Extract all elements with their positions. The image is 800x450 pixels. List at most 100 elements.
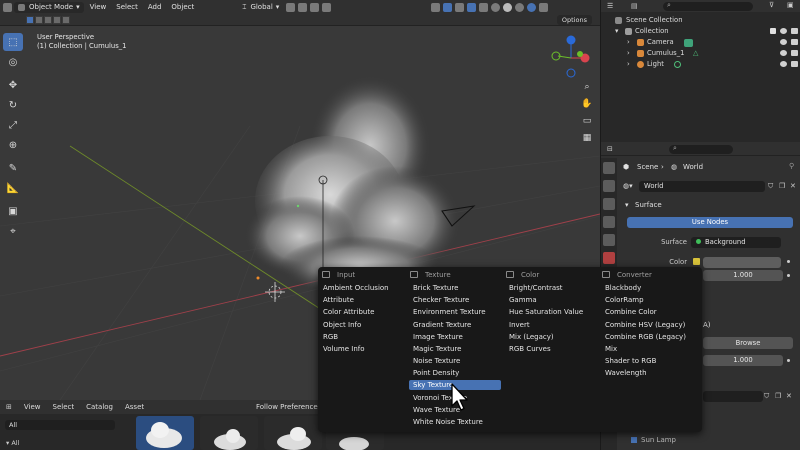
surface-section-header[interactable]: Surface (635, 201, 662, 209)
menu-item-mix[interactable]: Mix (605, 344, 617, 354)
menu-item-checker-texture[interactable]: Checker Texture (413, 295, 469, 305)
outliner-search-input[interactable] (663, 2, 753, 11)
eye-icon[interactable] (780, 28, 787, 34)
menu-item-environment-texture[interactable]: Environment Texture (413, 307, 486, 317)
overlay-toggle-icon[interactable] (467, 2, 477, 12)
strength-field[interactable]: 1.000 (703, 270, 783, 281)
mode-dropdown[interactable]: Object Mode ▾ (14, 1, 84, 13)
shading-wireframe-icon[interactable] (491, 2, 501, 12)
outliner-item-light[interactable]: › Light (601, 59, 800, 70)
render-camera-icon[interactable] (791, 61, 798, 67)
outliner-scene-collection[interactable]: Scene Collection (601, 15, 800, 26)
menu-item-image-texture[interactable]: Image Texture (413, 332, 463, 342)
asset-thumbnail[interactable] (200, 416, 258, 450)
close-icon[interactable]: ✕ (786, 392, 792, 400)
world-name-field[interactable]: World (639, 181, 765, 192)
menu-item-gamma[interactable]: Gamma (509, 295, 537, 305)
menu-item-colorramp[interactable]: ColorRamp (605, 295, 644, 305)
view-layer-tab-icon[interactable] (603, 216, 615, 228)
properties-editor-icon[interactable]: ⊟ (607, 145, 613, 153)
world-tab-icon[interactable] (603, 252, 615, 264)
menu-item-white-noise-texture[interactable]: White Noise Texture (413, 417, 483, 427)
outliner-collection[interactable]: ▾ Collection (601, 26, 800, 37)
menu-item-blackbody[interactable]: Blackbody (605, 283, 641, 293)
follow-preferences-dropdown[interactable]: Follow Preferences (256, 403, 321, 411)
xray-icon[interactable] (479, 2, 489, 12)
menu-item-point-density[interactable]: Point Density (413, 368, 459, 378)
outliner-editor-icon[interactable]: ☰ (607, 2, 613, 10)
overlay-icon[interactable] (455, 2, 465, 12)
expand-icon[interactable]: ▾ (615, 26, 618, 37)
expand-icon[interactable]: › (627, 37, 630, 48)
gizmo-icon[interactable] (443, 2, 453, 12)
menu-item-brick-texture[interactable]: Brick Texture (413, 283, 458, 293)
render-camera-icon[interactable] (791, 39, 798, 45)
expand-icon[interactable]: › (627, 59, 630, 70)
falloff-icon[interactable] (322, 2, 332, 12)
transform-orientation-dropdown[interactable]: ⌶ Global ▾ (238, 2, 283, 13)
pan-hand-icon[interactable]: ✋ (580, 97, 594, 111)
duplicate-icon[interactable]: ❐ (779, 182, 785, 190)
keyframe-dot-icon[interactable] (787, 359, 790, 362)
color-socket-icon[interactable] (693, 258, 700, 265)
menu-item-hue-saturation-value[interactable]: Hue Saturation Value (509, 307, 583, 317)
menu-object[interactable]: Object (167, 2, 198, 13)
asset-library-dropdown[interactable]: All (5, 420, 115, 430)
select-box-tool-icon[interactable]: ⬚ (3, 33, 23, 51)
fake-user-icon[interactable]: ⛉ (768, 182, 773, 191)
asset-menu-asset[interactable]: Asset (125, 403, 144, 411)
shading-material-icon[interactable] (515, 2, 525, 12)
menu-item-combine-hsv-legacy[interactable]: Combine HSV (Legacy) (605, 320, 685, 330)
outliner-item-camera[interactable]: › Camera (601, 37, 800, 48)
sun-object-field[interactable] (703, 391, 763, 402)
shading-rendered-icon[interactable] (527, 2, 537, 12)
select-mode-subtract-icon[interactable] (44, 16, 52, 24)
menu-select[interactable]: Select (112, 2, 142, 13)
output-tab-icon[interactable] (603, 198, 615, 210)
expand-icon[interactable]: › (627, 48, 630, 59)
keyframe-dot-icon[interactable] (787, 274, 790, 277)
transform-tool-icon[interactable]: ⊕ (3, 136, 23, 154)
menu-item-invert[interactable]: Invert (509, 320, 530, 330)
measure-tool-icon[interactable]: 📐 (3, 179, 23, 197)
select-mode-difference-icon[interactable] (53, 16, 61, 24)
asset-menu-select[interactable]: Select (53, 403, 75, 411)
tool-tab-icon[interactable] (603, 162, 615, 174)
rotate-tool-icon[interactable]: ↻ (3, 96, 23, 114)
fake-user-icon[interactable]: ⛉ (764, 392, 769, 401)
section-chevron-icon[interactable]: ▾ (625, 201, 629, 209)
asset-thumbnail[interactable] (136, 416, 194, 450)
add-cube-tool-icon[interactable]: ▣ (3, 202, 23, 220)
render-camera-icon[interactable] (791, 28, 798, 34)
outliner-item-cumulus[interactable]: › Cumulus_1 △ (601, 48, 800, 59)
browse-button[interactable]: Browse (703, 337, 793, 349)
menu-item-combine-color[interactable]: Combine Color (605, 307, 657, 317)
menu-item-object-info[interactable]: Object Info (323, 320, 361, 330)
breadcrumb-scene[interactable]: Scene (637, 163, 658, 171)
asset-editor-icon[interactable]: ⊞ (6, 403, 12, 411)
ortho-grid-icon[interactable]: ▦ (580, 131, 594, 145)
value-field[interactable]: 1.000 (703, 355, 783, 366)
menu-item-noise-texture[interactable]: Noise Texture (413, 356, 460, 366)
visibility-icon[interactable] (431, 2, 441, 12)
extra-tool-icon[interactable]: ⌖ (3, 222, 23, 240)
scale-tool-icon[interactable]: ⤢ (3, 116, 23, 134)
menu-item-shader-to-rgb[interactable]: Shader to RGB (605, 356, 656, 366)
color-swatch[interactable] (703, 257, 781, 268)
editor-type-icon[interactable] (3, 2, 12, 12)
display-mode-icon[interactable]: ▤ (631, 2, 638, 10)
annotate-tool-icon[interactable]: ✎ (3, 159, 23, 177)
asset-menu-view[interactable]: View (24, 403, 41, 411)
menu-add[interactable]: Add (144, 2, 166, 13)
menu-item-color-attribute[interactable]: Color Attribute (323, 307, 374, 317)
pivot-icon[interactable] (286, 2, 296, 12)
render-camera-icon[interactable] (791, 50, 798, 56)
world-datablock-icon[interactable]: ◍▾ (623, 182, 633, 190)
menu-item-rgb[interactable]: RGB (323, 332, 338, 342)
camera-view-icon[interactable]: ▭ (580, 114, 594, 128)
duplicate-icon[interactable]: ❐ (775, 392, 781, 400)
menu-item-ambient-occlusion[interactable]: Ambient Occlusion (323, 283, 389, 293)
snap-icon[interactable] (298, 2, 308, 12)
asset-thumbnail[interactable] (264, 416, 322, 450)
menu-item-magic-texture[interactable]: Magic Texture (413, 344, 461, 354)
